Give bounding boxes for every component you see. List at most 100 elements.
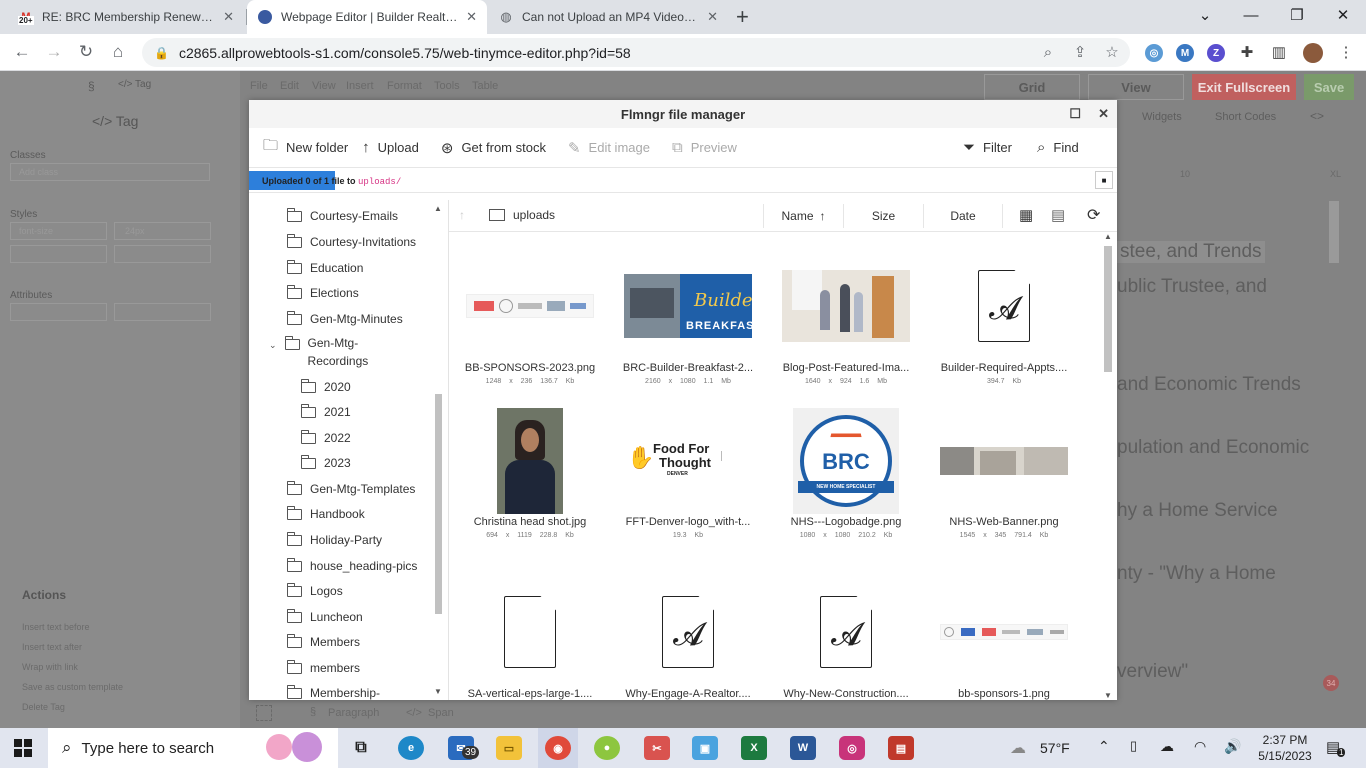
file-card[interactable]: Blog-Post-Featured-Ima... 1640 x 924 1.6… — [776, 258, 916, 385]
tab-search-icon[interactable]: ⌄ — [1182, 0, 1228, 30]
attribute-name-input[interactable] — [10, 303, 107, 321]
file-card[interactable]: Christina head shot.jpg 694 x 1119 228.8… — [460, 408, 600, 539]
edit-image-button[interactable]: ✎ Edit image — [568, 139, 650, 157]
parent-folder-icon[interactable]: ↑ — [459, 208, 465, 222]
tray-device-icon[interactable]: ▯ — [1130, 738, 1137, 754]
folder-item[interactable]: Membership- — [287, 683, 380, 700]
find-button[interactable]: ⌕ Find — [1037, 139, 1079, 156]
file-card[interactable]: ✋ Food For Thought DENVER FFT-Denver-log… — [618, 408, 758, 539]
chrome-icon[interactable]: ◉ — [545, 736, 571, 760]
extension-z-icon[interactable]: Z — [1207, 44, 1225, 62]
weather-temp[interactable]: 57°F — [1040, 740, 1070, 756]
folder-item[interactable]: Elections — [287, 283, 359, 303]
word-icon[interactable]: W — [790, 736, 816, 760]
folder-item[interactable]: house_heading-pics — [287, 556, 417, 576]
taskbar-search-box[interactable]: ⌕ Type here to search — [48, 728, 338, 768]
grid-button[interactable]: Grid — [984, 74, 1080, 100]
control-panel-icon[interactable]: ▣ — [692, 736, 718, 760]
scroll-thumb[interactable] — [435, 394, 442, 614]
subfolder-item[interactable]: 2021 — [301, 402, 351, 422]
menu-insert[interactable]: Insert — [346, 80, 374, 92]
sort-date-column[interactable]: Date — [923, 204, 1003, 228]
chevron-down-icon[interactable]: ⌄ — [269, 340, 277, 351]
restore-icon[interactable]: ❐ — [1274, 0, 1320, 30]
close-tab-icon[interactable]: ✕ — [223, 9, 234, 25]
weather-cloud-icon[interactable]: ☁ — [1010, 738, 1026, 758]
profile-avatar[interactable] — [1303, 43, 1323, 63]
action-save-template[interactable]: Save as custom template — [22, 677, 123, 697]
bookmark-star-icon[interactable]: ☆ — [1100, 38, 1124, 66]
folder-item[interactable]: Handbook — [287, 504, 365, 524]
classes-input[interactable]: Add class — [10, 163, 210, 181]
attribute-value-input[interactable] — [114, 303, 211, 321]
style-value-input-2[interactable] — [114, 245, 211, 263]
file-card[interactable]: 𝓐 Why-New-Construction.... — [776, 584, 916, 700]
home-icon[interactable]: ⌂ — [104, 38, 132, 66]
edge-icon[interactable]: e — [398, 736, 424, 760]
widgets-menu[interactable]: Widgets — [1142, 111, 1182, 123]
file-card[interactable]: BB-SPONSORS-2023.png 1248 x 236 136.7 Kb — [460, 258, 600, 385]
close-tab-icon[interactable]: ✕ — [466, 9, 477, 25]
style-value-input[interactable]: 24px — [114, 222, 211, 240]
get-from-stock-button[interactable]: ⊛ Get from stock — [441, 139, 546, 157]
select-icon[interactable] — [256, 705, 272, 721]
folder-item-expanded[interactable]: ⌄ Gen-Mtg-Recordings — [269, 334, 396, 372]
folder-item[interactable]: Courtesy-Emails — [287, 206, 398, 226]
style-name-input-2[interactable] — [10, 245, 107, 263]
menu-tools[interactable]: Tools — [434, 80, 460, 92]
back-icon[interactable]: ← — [8, 38, 36, 66]
file-card[interactable]: 𝓐 Why-Engage-A-Realtor.... — [618, 584, 758, 700]
close-tab-icon[interactable]: ✕ — [707, 9, 718, 25]
task-view-icon[interactable]: ⧉ — [348, 736, 374, 760]
address-bar[interactable]: 🔒 c2865.allprowebtools-s1.com/console5.7… — [142, 38, 1130, 67]
extension-m-icon[interactable]: M — [1176, 44, 1194, 62]
grid-view-icon[interactable]: ▦ — [1019, 206, 1033, 224]
forward-icon[interactable]: → — [40, 38, 68, 66]
tab-webpage-editor[interactable]: Webpage Editor | Builder Realty C ✕ — [247, 0, 487, 34]
menu-kebab-icon[interactable]: ⋮ — [1334, 38, 1358, 66]
upload-button[interactable]: ↑ Upload — [362, 139, 419, 156]
folder-item[interactable]: Members — [287, 632, 360, 652]
scroll-thumb[interactable] — [1104, 246, 1112, 372]
action-insert-after[interactable]: Insert text after — [22, 637, 123, 657]
excel-icon[interactable]: X — [741, 736, 767, 760]
snipping-tool-icon[interactable]: ✂ — [644, 736, 670, 760]
list-view-icon[interactable]: ▤ — [1051, 206, 1065, 224]
folder-item[interactable]: Gen-Mtg-Templates — [287, 479, 415, 499]
folder-item[interactable]: Gen-Mtg-Minutes — [287, 309, 403, 329]
code-view-icon[interactable]: <> — [1310, 109, 1324, 123]
presentation-app-icon[interactable]: ▤ — [888, 736, 914, 760]
menu-format[interactable]: Format — [387, 80, 422, 92]
file-list-scrollbar[interactable]: ▲ ▼ — [1102, 232, 1114, 700]
status-paragraph[interactable]: Paragraph — [328, 707, 379, 719]
folder-item[interactable]: Luncheon — [287, 607, 363, 627]
volume-icon[interactable]: 🔊 — [1224, 738, 1241, 755]
maximize-icon[interactable]: ☐ — [1069, 106, 1081, 122]
action-wrap-link[interactable]: Wrap with link — [22, 657, 123, 677]
action-delete-tag[interactable]: Delete Tag — [22, 697, 123, 717]
save-button[interactable]: Save — [1304, 74, 1354, 100]
menu-view[interactable]: View — [312, 80, 336, 92]
file-card[interactable]: BRC NEW HOME SPECIALIST NHS---Logobadge.… — [776, 408, 916, 539]
folder-item[interactable]: Holiday-Party — [287, 530, 382, 550]
sort-name-column[interactable]: Name ↑ — [763, 204, 843, 228]
reload-icon[interactable]: ↻ — [72, 38, 100, 66]
menu-file[interactable]: File — [250, 80, 268, 92]
zoom-icon[interactable]: ⌕ — [1036, 38, 1060, 66]
subfolder-item[interactable]: 2023 — [301, 453, 351, 473]
folder-item[interactable]: Courtesy-Invitations — [287, 232, 416, 252]
file-card[interactable]: bb-sponsors-1.png — [934, 584, 1074, 700]
windows-start-icon[interactable] — [14, 739, 32, 757]
wifi-icon[interactable]: ◠ — [1194, 738, 1206, 755]
stop-upload-button[interactable]: ■ — [1095, 171, 1113, 189]
tree-scrollbar[interactable]: ▲ ▼ — [433, 204, 444, 696]
status-span[interactable]: Span — [428, 707, 454, 719]
extensions-puzzle-icon[interactable]: ✚ — [1235, 38, 1259, 66]
tray-chevron-icon[interactable]: ⌃ — [1098, 738, 1110, 755]
scroll-up-icon[interactable]: ▲ — [434, 204, 442, 213]
style-name-input[interactable]: font-size — [10, 222, 107, 240]
preview-button[interactable]: ⧉ Preview — [672, 139, 737, 156]
close-dialog-icon[interactable]: ✕ — [1098, 106, 1109, 122]
file-explorer-icon[interactable]: ▭ — [496, 736, 522, 760]
subfolder-item[interactable]: 2022 — [301, 428, 351, 448]
